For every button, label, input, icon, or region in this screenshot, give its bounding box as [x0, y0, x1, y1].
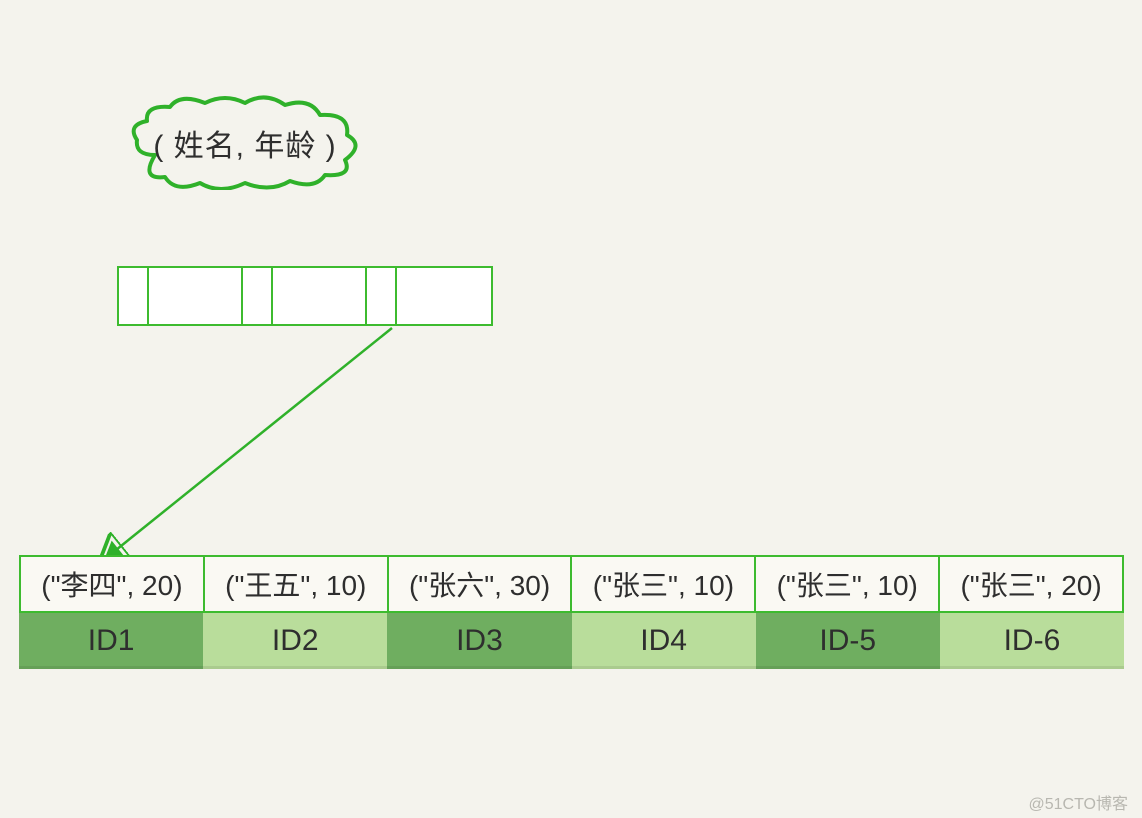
id-cell: ID3	[387, 613, 571, 669]
id-row: ID1 ID2 ID3 ID4 ID-5 ID-6	[19, 613, 1124, 669]
index-box	[149, 268, 243, 324]
tuple-cell: ("李四", 20)	[19, 555, 203, 613]
index-box	[367, 268, 397, 324]
id-cell: ID2	[203, 613, 387, 669]
index-box	[273, 268, 367, 324]
records-table: ("李四", 20) ("王五", 10) ("张六", 30) ("张三", …	[19, 555, 1124, 669]
tuple-row: ("李四", 20) ("王五", 10) ("张六", 30) ("张三", …	[19, 555, 1124, 613]
tuple-cell: ("张六", 30)	[387, 555, 571, 613]
tuple-cell: ("王五", 10)	[203, 555, 387, 613]
id-cell: ID-5	[756, 613, 940, 669]
schema-tuple-label: ( 姓名, 年龄 )	[153, 121, 336, 165]
index-box	[243, 268, 273, 324]
watermark: @51CTO博客	[1028, 790, 1128, 814]
id-cell: ID4	[572, 613, 756, 669]
index-boxes	[117, 266, 493, 326]
schema-cloud: ( 姓名, 年龄 )	[125, 95, 365, 190]
tuple-cell: ("张三", 20)	[938, 555, 1124, 613]
tuple-cell: ("张三", 10)	[570, 555, 754, 613]
tuple-cell: ("张三", 10)	[754, 555, 938, 613]
index-box	[119, 268, 149, 324]
id-cell: ID-6	[940, 613, 1124, 669]
index-box	[397, 268, 491, 324]
id-cell: ID1	[19, 613, 203, 669]
